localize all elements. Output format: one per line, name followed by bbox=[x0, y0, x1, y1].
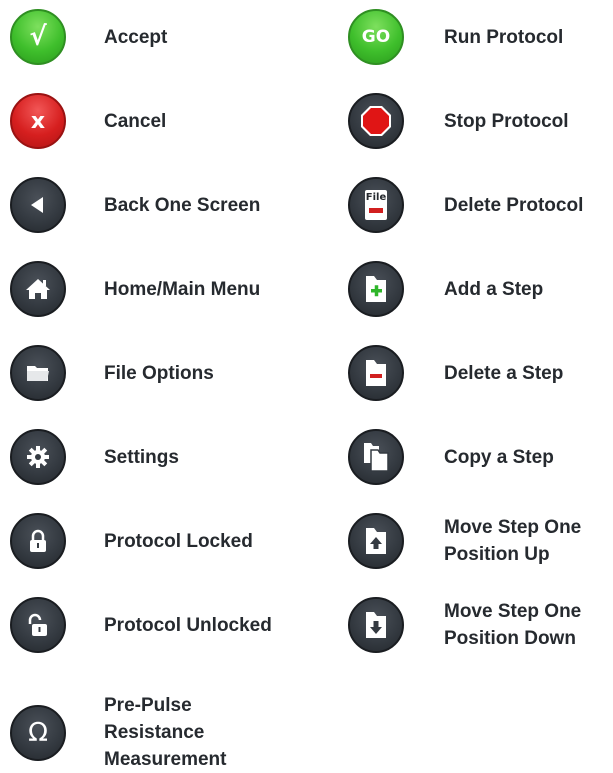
add-step-button bbox=[348, 261, 404, 317]
move-step-down-button bbox=[348, 597, 404, 653]
home-button bbox=[10, 261, 66, 317]
legend-item-move-step-up: Move Step One Position Up bbox=[348, 513, 613, 569]
legend-label: Pre-Pulse Resistance Measurement bbox=[104, 695, 227, 770]
back-arrow-icon bbox=[31, 197, 43, 213]
legend-label: Delete Protocol bbox=[444, 194, 584, 216]
icon-legend: √ Accept x Cancel Back One Screen Home/M… bbox=[0, 0, 613, 770]
lock-closed-icon bbox=[30, 529, 46, 552]
copy-step-button bbox=[348, 429, 404, 485]
legend-label: Move Step One Position Up bbox=[444, 517, 582, 565]
legend-label: Stop Protocol bbox=[444, 110, 569, 132]
legend-item-home: Home/Main Menu bbox=[10, 261, 274, 317]
legend-label: Home/Main Menu bbox=[104, 278, 261, 300]
legend-label: File Options bbox=[104, 362, 214, 384]
home-icon bbox=[26, 279, 50, 299]
stop-octagon-icon bbox=[361, 106, 391, 136]
gear-icon bbox=[27, 446, 49, 468]
move-step-up-button bbox=[348, 513, 404, 569]
legend-item-move-step-down: Move Step One Position Down bbox=[348, 597, 613, 653]
legend-label: Back One Screen bbox=[104, 194, 261, 216]
legend-label: Run Protocol bbox=[444, 26, 564, 48]
legend-item-cancel: x Cancel bbox=[10, 93, 274, 149]
legend-item-protocol-unlocked: Protocol Unlocked bbox=[10, 597, 274, 653]
legend-item-settings: Settings bbox=[10, 429, 274, 485]
file-icon-text: File bbox=[365, 192, 387, 203]
copy-step-icon bbox=[364, 443, 389, 472]
add-step-icon bbox=[366, 276, 386, 302]
legend-label: Protocol Unlocked bbox=[104, 614, 272, 636]
legend-item-protocol-locked: Protocol Locked bbox=[10, 513, 274, 569]
settings-button bbox=[10, 429, 66, 485]
lock-open-icon bbox=[28, 613, 47, 636]
legend-item-back: Back One Screen bbox=[10, 177, 274, 233]
go-icon: GO bbox=[361, 27, 391, 47]
legend-label: Protocol Locked bbox=[104, 530, 253, 552]
move-step-down-icon bbox=[366, 612, 386, 638]
delete-file-icon: File bbox=[365, 190, 387, 220]
file-options-button bbox=[10, 345, 66, 401]
accept-check-icon: √ bbox=[29, 22, 47, 52]
legend-label: Settings bbox=[104, 446, 179, 468]
legend-item-file-options: File Options bbox=[10, 345, 274, 401]
legend-label: Cancel bbox=[104, 110, 167, 132]
legend-item-accept: √ Accept bbox=[10, 9, 274, 65]
legend-label: Add a Step bbox=[444, 278, 544, 300]
pre-pulse-button: Ω bbox=[10, 704, 66, 761]
stop-protocol-button bbox=[348, 93, 404, 149]
legend-label: Delete a Step bbox=[444, 362, 564, 384]
cancel-button: x bbox=[10, 93, 66, 149]
legend-label: Accept bbox=[104, 26, 168, 48]
cancel-x-icon: x bbox=[30, 108, 46, 134]
folder-icon bbox=[27, 366, 49, 381]
delete-step-button bbox=[348, 345, 404, 401]
legend-item-delete-protocol: File Delete Protocol bbox=[348, 177, 613, 233]
legend-label: Move Step One Position Down bbox=[444, 601, 582, 649]
legend-item-pre-pulse: Ω Pre-Pulse Resistance Measurement bbox=[10, 692, 254, 773]
legend-label: Copy a Step bbox=[444, 446, 554, 468]
protocol-locked-button bbox=[10, 513, 66, 569]
minus-icon bbox=[369, 208, 383, 213]
omega-icon: Ω bbox=[28, 717, 48, 748]
legend-item-stop-protocol: Stop Protocol bbox=[348, 93, 613, 149]
move-step-up-icon bbox=[366, 528, 386, 554]
legend-item-run-protocol: GO Run Protocol bbox=[348, 9, 613, 65]
legend-item-copy-step: Copy a Step bbox=[348, 429, 613, 485]
delete-protocol-button: File bbox=[348, 177, 404, 233]
protocol-unlocked-button bbox=[10, 597, 66, 653]
delete-step-icon bbox=[366, 360, 386, 386]
legend-item-add-step: Add a Step bbox=[348, 261, 613, 317]
run-protocol-button: GO bbox=[348, 9, 404, 65]
accept-button: √ bbox=[10, 9, 66, 65]
back-button bbox=[10, 177, 66, 233]
legend-item-delete-step: Delete a Step bbox=[348, 345, 613, 401]
